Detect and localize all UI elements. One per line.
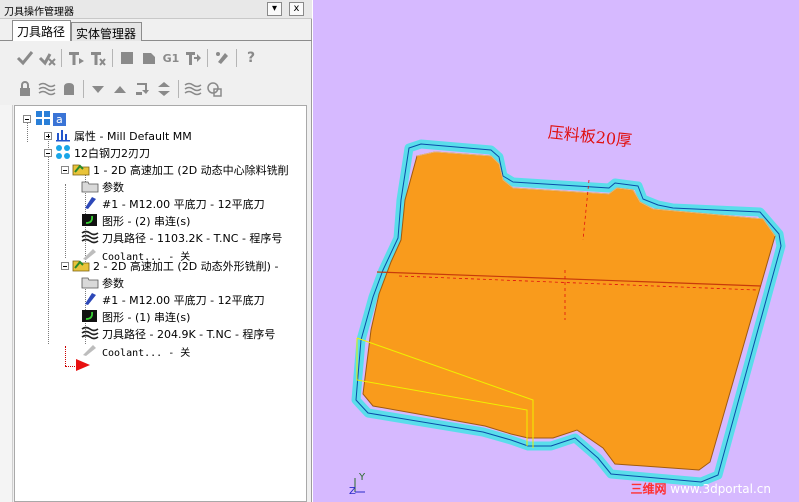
select-all-ops-icon[interactable] xyxy=(14,47,36,69)
display-icon[interactable] xyxy=(204,78,226,100)
collapse-toggle[interactable] xyxy=(61,166,69,174)
watermark: 三维网 www.3dportal.cn xyxy=(630,482,771,496)
machine-group-icon xyxy=(35,110,51,129)
axis-triad: Y Z xyxy=(349,472,366,497)
post-selected-icon[interactable] xyxy=(182,47,204,69)
panel-scrollbar[interactable] xyxy=(0,105,13,502)
op1-tool[interactable]: #1 - M12.00 平底刀 - 12平底刀 xyxy=(81,196,265,212)
parameters-folder-icon xyxy=(81,275,99,292)
close-panel-button[interactable]: x xyxy=(289,2,304,16)
toolgroup-label: 12白钢刀2刃刀 xyxy=(74,147,150,160)
tree-item-operation-1[interactable]: 1 - 2D 高速加工 (2D 动态中心除料铣削 xyxy=(61,162,289,178)
op2-toolpath[interactable]: 刀具路径 - 204.9K - T.NC - 程序号 xyxy=(81,326,275,342)
geometry-chain-icon xyxy=(81,213,99,230)
panel-titlebar: 刀具操作管理器 ▾ x xyxy=(0,0,312,19)
toolpath-manager-panel: 刀具操作管理器 ▾ x 刀具路径 实体管理器 G1 ? a 属性 - Mill … xyxy=(0,0,312,502)
properties-icon xyxy=(55,128,71,145)
endmill-tool-icon xyxy=(81,292,99,309)
operation-2-title: 2 - 2D 高速加工 (2D 动态外形铣削) - xyxy=(93,260,279,273)
op2-geometry[interactable]: 图形 - (1) 串连(s) xyxy=(81,309,190,325)
close-icon: x xyxy=(293,3,300,14)
op1-parameters[interactable]: 参数 xyxy=(81,179,124,195)
chevron-down-icon: ▾ xyxy=(271,3,278,14)
tab-toolpaths[interactable]: 刀具路径 xyxy=(12,20,71,41)
insert-arrow-icon[interactable] xyxy=(131,78,153,100)
operation-1-title: 1 - 2D 高速加工 (2D 动态中心除料铣削 xyxy=(93,164,289,177)
collapse-toggle[interactable] xyxy=(44,149,52,157)
op2-geometry-label: 图形 - (1) 串连(s) xyxy=(102,311,191,324)
help-icon[interactable]: ? xyxy=(240,47,262,69)
operation-folder-icon xyxy=(72,162,90,179)
op2-coolant-label: Coolant... - 关 xyxy=(102,347,191,359)
graphics-viewport[interactable]: Y Z 压料板20厚 三维网 www.3dportal.cn xyxy=(313,0,799,502)
op1-geometry[interactable]: 图形 - (2) 串连(s) xyxy=(81,213,190,229)
panel-title: 刀具操作管理器 xyxy=(4,7,74,18)
select-invalid-ops-icon[interactable] xyxy=(36,47,58,69)
verify-icon[interactable] xyxy=(138,47,160,69)
lock-post-icon[interactable] xyxy=(58,78,80,100)
parameters-folder-icon xyxy=(81,179,99,196)
op2-tool-label: #1 - M12.00 平底刀 - 12平底刀 xyxy=(102,294,265,307)
collapse-toggle[interactable] xyxy=(61,262,69,270)
toolgroup-icon xyxy=(55,144,71,163)
pin-dropdown-button[interactable]: ▾ xyxy=(267,2,282,16)
op1-toolpath-label: 刀具路径 - 1103.2K - T.NC - 程序号 xyxy=(102,232,283,245)
insert-arrow-icon xyxy=(75,358,91,375)
op2-tool[interactable]: #1 - M12.00 平底刀 - 12平底刀 xyxy=(81,292,265,308)
g1-post-icon[interactable]: G1 xyxy=(160,47,182,69)
tree-item-operation-2[interactable]: 2 - 2D 高速加工 (2D 动态外形铣削) - xyxy=(61,258,278,274)
panel-tabs: 刀具路径 实体管理器 xyxy=(0,20,312,41)
toggle-display-icon[interactable] xyxy=(36,78,58,100)
properties-label: 属性 - Mill Default MM xyxy=(74,130,192,143)
part-view: Y Z xyxy=(349,139,786,497)
tree-root[interactable]: a xyxy=(23,110,66,129)
toolbar-row-2 xyxy=(14,76,226,102)
operation-folder-icon xyxy=(72,258,90,275)
tree-item-properties[interactable]: 属性 - Mill Default MM xyxy=(44,128,192,144)
geometry-chain-icon xyxy=(81,309,99,326)
toolpath-wave-icon xyxy=(81,230,99,247)
op1-params-label: 参数 xyxy=(102,181,124,194)
only-display-icon[interactable] xyxy=(182,78,204,100)
operations-tree: a 属性 - Mill Default MM 12白钢刀2刃刀 1 - 2D 高… xyxy=(14,105,307,502)
op2-coolant[interactable]: Coolant... - 关 xyxy=(81,343,190,359)
op2-toolpath-label: 刀具路径 - 204.9K - T.NC - 程序号 xyxy=(102,328,276,341)
axis-z-label: Z xyxy=(349,486,356,497)
axis-y-label: Y xyxy=(358,472,366,483)
expand-toggle[interactable] xyxy=(44,132,52,140)
move-down-icon[interactable] xyxy=(87,78,109,100)
regen-dirty-icon[interactable] xyxy=(87,47,109,69)
backplot-icon[interactable] xyxy=(116,47,138,69)
endmill-tool-icon xyxy=(81,196,99,213)
move-up-icon[interactable] xyxy=(109,78,131,100)
op1-tool-label: #1 - M12.00 平底刀 - 12平底刀 xyxy=(102,198,265,211)
op1-geometry-label: 图形 - (2) 串连(s) xyxy=(102,215,191,228)
lock-icon[interactable] xyxy=(14,78,36,100)
regen-selected-icon[interactable] xyxy=(65,47,87,69)
tree-root-label: a xyxy=(53,112,66,126)
toolbar-row-1: G1 ? xyxy=(14,45,262,71)
op1-toolpath[interactable]: 刀具路径 - 1103.2K - T.NC - 程序号 xyxy=(81,230,282,246)
tree-item-toolgroup[interactable]: 12白钢刀2刃刀 xyxy=(44,144,150,163)
collapse-toggle[interactable] xyxy=(23,115,31,123)
scroll-icon[interactable] xyxy=(153,78,175,100)
op2-parameters[interactable]: 参数 xyxy=(81,275,124,291)
insert-position-arrow[interactable] xyxy=(75,358,91,374)
toolpath-wave-icon xyxy=(81,326,99,343)
tab-solids-manager[interactable]: 实体管理器 xyxy=(71,22,142,41)
op2-params-label: 参数 xyxy=(102,277,124,290)
highfeed-icon[interactable] xyxy=(211,47,233,69)
